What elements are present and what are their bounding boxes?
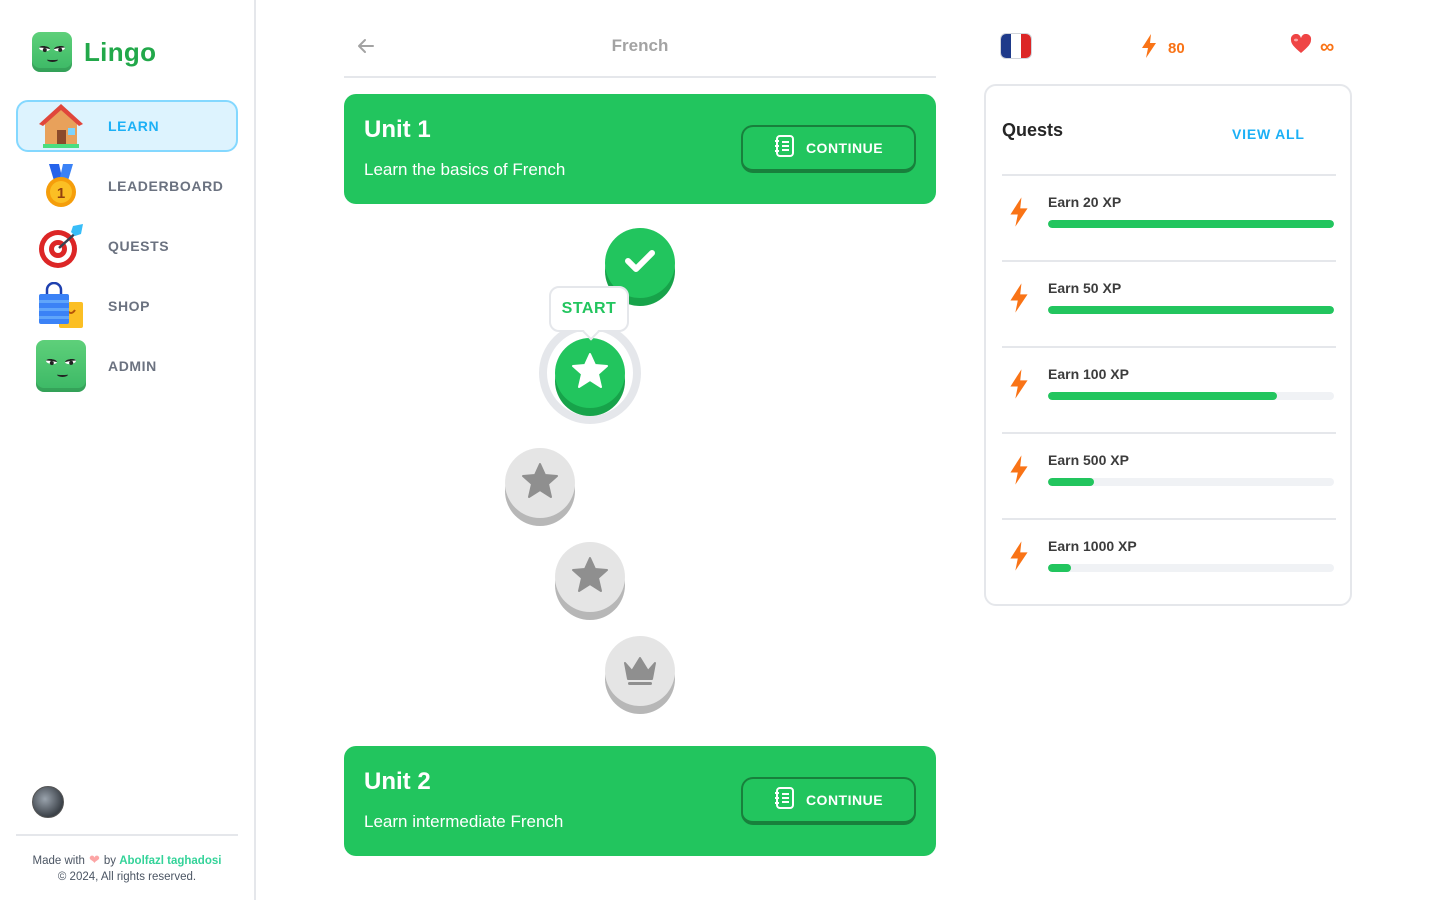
quest-progress-bar [1048,306,1334,314]
quest-label: Earn 50 XP [1048,280,1122,296]
quest-item: Earn 50 XP [1002,260,1336,346]
quest-label: Earn 1000 XP [1048,538,1137,554]
brand-name: Lingo [84,36,157,67]
quest-progress-bar [1048,564,1334,572]
lightning-icon [1008,368,1030,405]
star-icon [570,351,610,396]
by-text: by [103,855,117,867]
footer-credits: Made with ❤ by Abolfazl taghadosi © 2024, … [16,852,238,885]
heart-icon [1290,33,1312,59]
target-icon [36,221,86,271]
unit-banner-1: Unit 1 Learn the basics of French CONTIN… [344,94,936,204]
lesson-button-locked[interactable] [505,448,575,518]
user-stats: 80 ∞ [984,24,1350,68]
xp-stat[interactable]: 80 [1140,33,1185,64]
notebook-icon [774,134,796,163]
continue-button[interactable]: CONTINUE [741,125,916,173]
unit-title: Unit 1 [364,116,431,143]
brand-logo[interactable]: Lingo [32,32,156,72]
lesson-button-locked[interactable] [555,542,625,612]
star-icon [570,555,610,600]
start-tooltip: START [549,286,629,332]
lesson-button-current[interactable] [555,338,625,408]
heart-icon: ❤ [88,852,100,867]
quest-label: Earn 100 XP [1048,366,1129,382]
lightning-icon [1008,454,1030,491]
quest-progress-bar [1048,478,1334,486]
quest-progress-bar [1048,392,1334,400]
quest-item: Earn 100 XP [1002,346,1336,432]
check-icon [622,243,658,284]
made-with-text: Made with [32,855,85,867]
unit-banner-2: Unit 2 Learn intermediate French CONTINU… [344,746,936,856]
unit-description: Learn intermediate French [364,812,564,831]
mascot-icon [36,340,86,392]
sidebar: Lingo LEARN 1 LEADERBOARD QUESTS SHOP AD… [0,0,256,900]
lightning-icon [1008,540,1030,577]
shopping-bag-icon [36,281,86,331]
lightning-icon [1008,282,1030,319]
user-avatar[interactable] [32,786,64,818]
lightning-icon [1140,33,1158,64]
quest-item: Earn 1000 XP [1002,518,1336,604]
quest-item: Earn 20 XP [1002,174,1336,260]
unit-description: Learn the basics of French [364,160,566,179]
quests-title: Quests [1002,120,1064,140]
medal-icon: 1 [36,161,86,211]
xp-value: 80 [1168,40,1185,57]
sidebar-item-learn[interactable]: LEARN [16,100,238,152]
lightning-icon [1008,196,1030,233]
notebook-icon [774,786,796,815]
quest-label: Earn 500 XP [1048,452,1129,468]
quests-card: Quests VIEW ALL Earn 20 XP Earn 50 XP Ea… [984,84,1352,606]
continue-button-label: CONTINUE [805,140,884,156]
hearts-value: ∞ [1320,35,1335,58]
sidebar-item-label: LEARN [108,118,160,134]
sidebar-item-quests[interactable]: QUESTS [16,220,238,272]
sidebar-item-label: SHOP [108,298,151,314]
unit-title: Unit 2 [364,768,431,795]
svg-text:1: 1 [57,185,65,202]
page-title: French [611,36,669,55]
crown-icon [620,649,660,694]
france-flag-icon[interactable] [1001,34,1031,58]
quest-label: Earn 20 XP [1048,194,1122,210]
star-icon [520,461,560,506]
quest-item: Earn 500 XP [1002,432,1336,518]
sidebar-item-admin[interactable]: ADMIN [16,340,238,392]
house-icon [36,101,86,151]
sidebar-item-label: LEADERBOARD [108,178,224,194]
sidebar-item-shop[interactable]: SHOP [16,280,238,332]
continue-button-label: CONTINUE [805,792,884,808]
author-link[interactable]: Abolfazl taghadosi [119,855,221,867]
quest-progress-bar [1048,220,1334,228]
copyright-text: © 2024, All rights reserved. [57,871,197,883]
sidebar-nav: LEARN 1 LEADERBOARD QUESTS SHOP ADMIN [16,100,238,400]
course-header: French [344,24,936,78]
hearts-stat[interactable]: ∞ [1290,33,1335,59]
lesson-button-locked[interactable] [605,636,675,706]
view-all-link[interactable]: VIEW ALL [1232,126,1305,142]
mascot-icon [32,32,72,72]
sidebar-item-label: QUESTS [108,238,170,254]
sidebar-item-label: ADMIN [108,358,157,374]
continue-button[interactable]: CONTINUE [741,777,916,825]
sidebar-divider [16,834,238,836]
sidebar-item-leaderboard[interactable]: 1 LEADERBOARD [16,160,238,212]
